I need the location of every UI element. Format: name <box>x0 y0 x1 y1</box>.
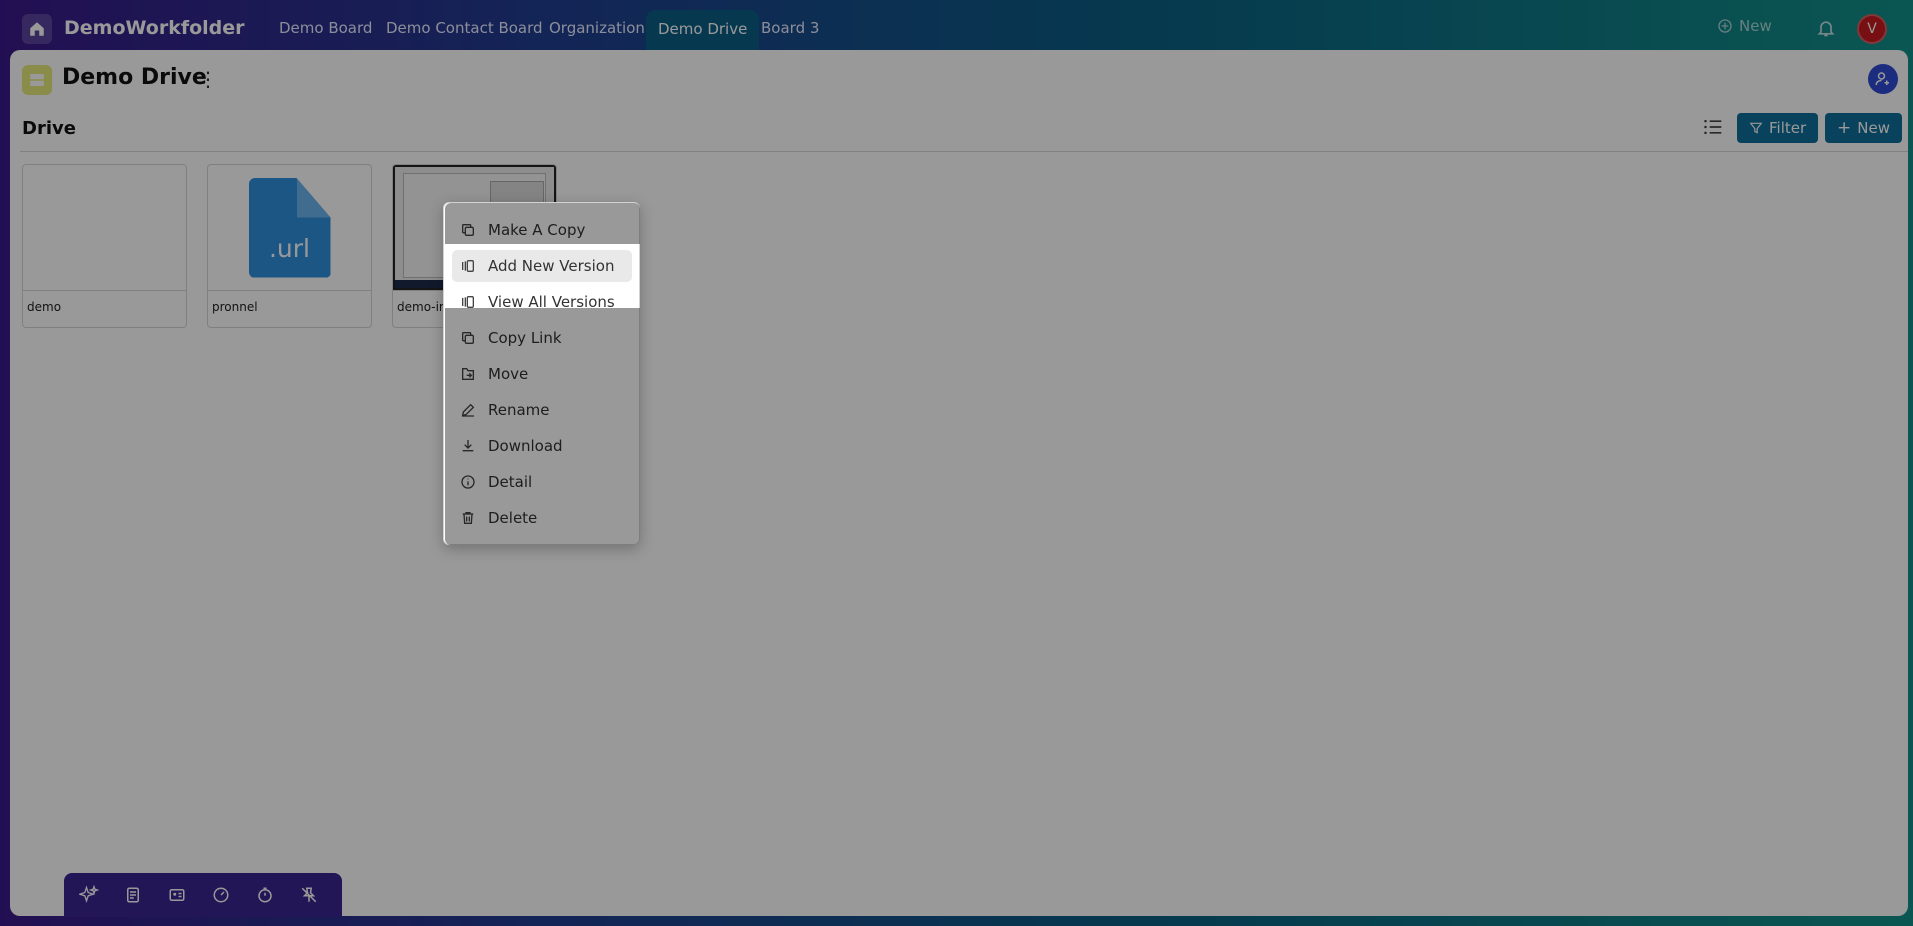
page-title: Demo Drive <box>62 65 207 90</box>
drive-logo <box>22 65 52 95</box>
workspace-title[interactable]: DemoWorkfolder <box>64 17 245 39</box>
file-name: pronnel <box>212 300 258 314</box>
more-options-icon[interactable]: ⋮ <box>198 67 218 91</box>
list-view-icon[interactable] <box>1703 118 1723 136</box>
tab-demo-drive[interactable]: Demo Drive <box>646 10 760 50</box>
apps-grid-icon[interactable] <box>24 883 46 905</box>
contact-card-icon[interactable] <box>164 882 190 908</box>
add-user-icon <box>1875 72 1889 86</box>
sparkle-icon[interactable] <box>76 882 102 908</box>
new-file-button[interactable]: + New <box>1825 113 1902 143</box>
menu-item-label: Add New Version <box>488 257 615 275</box>
top-new-button[interactable]: New <box>1717 17 1772 35</box>
menu-item-add-new-version[interactable]: Add New Version <box>452 250 632 282</box>
tab-organization[interactable]: Organization <box>549 19 645 37</box>
main-panel: Demo Drive ⋮ Drive Filter + New demo .ur… <box>10 50 1908 916</box>
filter-button[interactable]: Filter <box>1737 113 1819 143</box>
bell-icon[interactable] <box>1816 17 1836 39</box>
menu-dim-top <box>445 203 640 244</box>
tab-demo-board[interactable]: Demo Board <box>279 19 372 37</box>
plus-circle-icon <box>1718 19 1732 33</box>
version-icon <box>462 260 474 272</box>
tab-demo-contact-board[interactable]: Demo Contact Board <box>386 19 543 37</box>
user-avatar[interactable]: V <box>1857 14 1887 44</box>
file-name: demo <box>27 300 62 314</box>
url-file-text: .url <box>268 233 310 263</box>
url-file-icon: .url <box>248 177 331 278</box>
timer-icon[interactable] <box>252 882 278 908</box>
file-thumbnail <box>23 165 186 291</box>
filter-label: Filter <box>1769 119 1807 137</box>
unpin-icon[interactable] <box>296 882 322 908</box>
menu-dim-bottom <box>445 308 640 545</box>
section-divider <box>20 151 1908 152</box>
filter-icon <box>1749 122 1763 134</box>
home-button[interactable] <box>22 14 52 44</box>
drive-icon <box>30 74 44 86</box>
add-member-button[interactable] <box>1868 64 1898 94</box>
top-new-label: New <box>1739 17 1772 35</box>
home-icon <box>30 22 44 36</box>
file-card-demo[interactable]: demo <box>22 164 187 328</box>
section-title: Drive <box>22 118 76 139</box>
file-thumbnail: .url <box>208 165 371 291</box>
gauge-icon[interactable] <box>208 882 234 908</box>
file-context-menu: Make A Copy Add New Version View All Ver… <box>443 202 640 545</box>
tab-board-3[interactable]: Board 3 <box>761 19 819 37</box>
new-file-label: New <box>1857 119 1890 137</box>
bottom-dock <box>64 873 342 917</box>
file-card-pronnel[interactable]: .url pronnel <box>207 164 372 328</box>
plus-icon: + <box>1837 118 1852 138</box>
notes-icon[interactable] <box>120 882 146 908</box>
